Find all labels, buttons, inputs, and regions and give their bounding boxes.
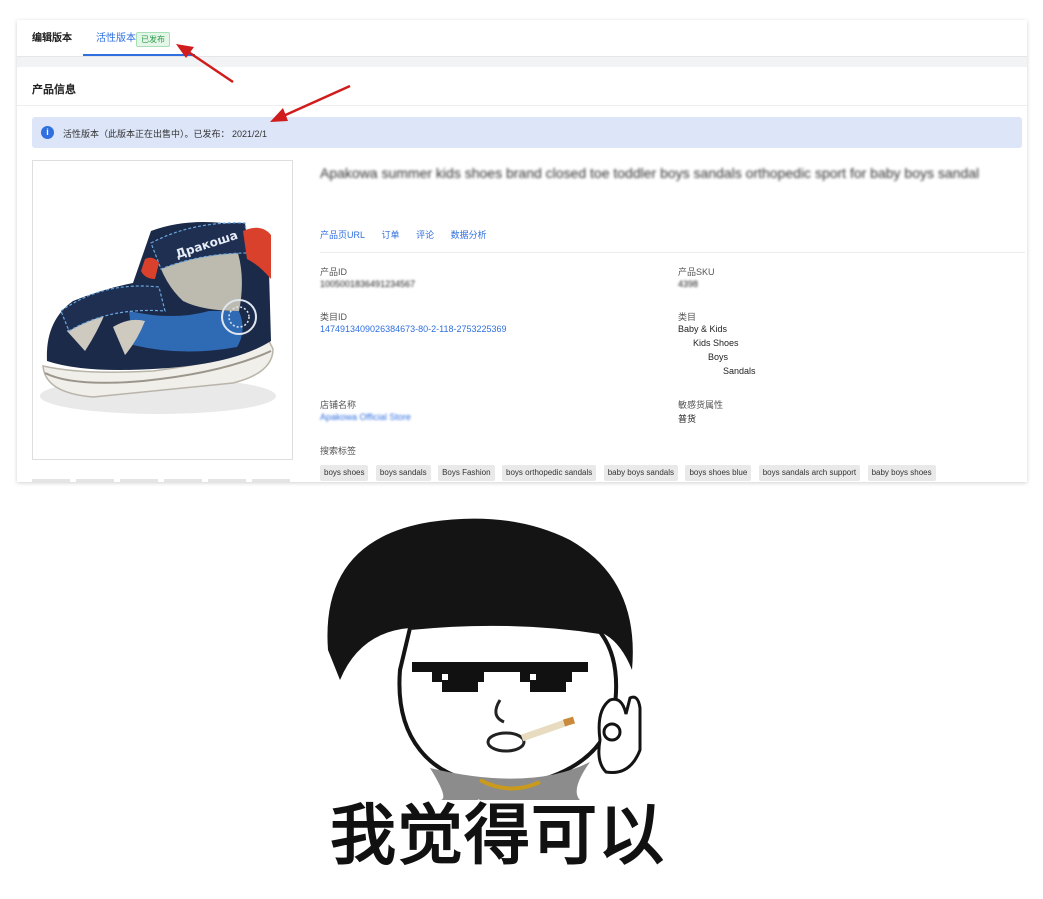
- meme-caption: 我觉得可以: [330, 798, 665, 872]
- arrow-to-badge-icon: [176, 44, 234, 84]
- meme-face-image: [327, 518, 642, 800]
- arrow-to-banner-icon: [270, 84, 351, 122]
- annotation-arrows: [176, 44, 351, 122]
